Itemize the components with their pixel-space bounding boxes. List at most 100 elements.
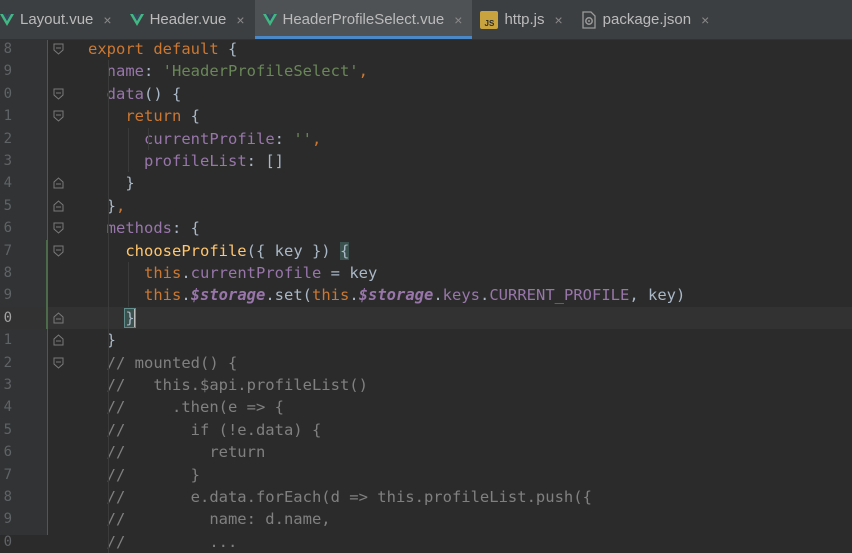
code-line[interactable]: 9 // name: d.name,: [0, 508, 852, 530]
code-line[interactable]: 1 }: [0, 329, 852, 351]
fold-marker-icon[interactable]: [53, 177, 64, 189]
code-token: :: [144, 62, 163, 81]
code-token: // if (!e.data) {: [88, 420, 322, 439]
code-text: this.currentProfile = key: [88, 262, 377, 284]
code-text: },: [88, 195, 126, 217]
fold-marker-icon[interactable]: [53, 88, 64, 100]
close-tab-icon[interactable]: ×: [554, 12, 562, 28]
vcs-change-marker[interactable]: [46, 239, 48, 330]
code-token: }: [88, 174, 135, 193]
close-tab-icon[interactable]: ×: [701, 12, 709, 28]
code-text: methods: {: [88, 217, 200, 239]
code-token: {: [190, 107, 200, 126]
code-token: return: [125, 107, 191, 126]
code-line[interactable]: 7 chooseProfile({ key }) {: [0, 240, 852, 262]
code-token: () {: [144, 84, 182, 103]
code-token: , key): [629, 286, 686, 305]
line-number: 8: [3, 489, 12, 505]
code-token: .: [349, 286, 359, 305]
code-text: }: [88, 329, 116, 351]
code-token: : []: [246, 152, 284, 170]
line-number: 5: [3, 421, 12, 438]
indent-guide: [148, 127, 149, 150]
fold-marker-icon[interactable]: [53, 43, 64, 55]
line-number: 0: [3, 85, 12, 102]
code-token: // name: d.name,: [88, 510, 331, 529]
line-number: 8: [3, 265, 12, 281]
vue-icon: [129, 13, 144, 26]
line-number: 5: [3, 197, 12, 214]
fold-marker-icon[interactable]: [53, 357, 64, 369]
code-token: {: [227, 40, 238, 58]
code-line[interactable]: 0 }: [0, 306, 852, 330]
line-number: 1: [3, 108, 12, 125]
line-number: 4: [3, 399, 12, 416]
code-text: }: [88, 172, 135, 194]
code-token: // mounted() {: [88, 353, 238, 372]
js-file-icon: JS: [480, 10, 499, 29]
tab-headerprofileselect-vue[interactable]: HeaderProfileSelect.vue ×: [254, 0, 473, 39]
tab-label: Layout.vue: [20, 11, 94, 28]
tab-label: http.js: [504, 11, 545, 28]
code-token: .: [181, 264, 191, 282]
code-line[interactable]: 3 // this.$api.profileList(): [0, 374, 852, 396]
code-line[interactable]: 5 },: [0, 195, 852, 217]
fold-marker-icon[interactable]: [53, 200, 64, 212]
code-line[interactable]: 6 // return: [0, 441, 852, 463]
tab-http-js[interactable]: JS http.js ×: [472, 0, 572, 39]
line-number: 6: [3, 444, 12, 461]
fold-marker-icon[interactable]: [53, 245, 64, 257]
line-number: 3: [3, 377, 12, 393]
code-line[interactable]: 1 return {: [0, 105, 852, 127]
code-token: // }: [88, 465, 200, 484]
line-number: 3: [3, 153, 12, 169]
code-token: ,: [312, 129, 322, 148]
code-line[interactable]: 0 // ...: [0, 531, 852, 553]
code-token: 'HeaderProfileSelect': [162, 62, 359, 81]
code-token: data: [106, 84, 144, 103]
code-line[interactable]: 4 }: [0, 172, 852, 194]
code-token: export default: [88, 40, 228, 58]
code-line[interactable]: 2 // mounted() {: [0, 352, 852, 374]
code-line[interactable]: 8 // e.data.forEach(d => this.profileLis…: [0, 486, 852, 508]
code-line[interactable]: 8 export default {: [0, 38, 852, 60]
code-token: currentProfile: [190, 264, 322, 282]
tab-label: package.json: [602, 11, 692, 28]
close-tab-icon[interactable]: ×: [103, 12, 111, 28]
tab-layout-vue[interactable]: Layout.vue ×: [0, 0, 122, 39]
code-token: name: [106, 62, 144, 81]
code-token: }: [88, 196, 116, 215]
tab-package-json[interactable]: package.json ×: [573, 0, 720, 39]
code-token: {: [339, 241, 350, 260]
indent-guide: [128, 262, 129, 307]
code-line[interactable]: 4 // .then(e => {: [0, 396, 852, 418]
line-number: 2: [3, 354, 12, 371]
code-line[interactable]: 5 // if (!e.data) {: [0, 419, 852, 441]
code-line[interactable]: 9 name: 'HeaderProfileSelect',: [0, 60, 852, 82]
line-number: 1: [3, 332, 12, 349]
code-text: // e.data.forEach(d => this.profileList.…: [88, 486, 592, 508]
fold-marker-icon[interactable]: [53, 312, 64, 324]
close-tab-icon[interactable]: ×: [454, 12, 462, 28]
close-tab-icon[interactable]: ×: [236, 12, 244, 28]
editor-tab-bar: Layout.vue × Header.vue × HeaderProfileSelec…: [0, 0, 852, 40]
code-line[interactable]: 7 // }: [0, 464, 852, 486]
code-token: chooseProfile: [125, 241, 247, 260]
code-text: // name: d.name,: [88, 508, 331, 530]
fold-marker-icon[interactable]: [53, 222, 64, 234]
code-text: // .then(e => {: [88, 396, 284, 418]
code-line[interactable]: 0 data() {: [0, 83, 852, 105]
tab-header-vue[interactable]: Header.vue ×: [122, 0, 255, 39]
code-line[interactable]: 6 methods: {: [0, 217, 852, 239]
code-editor[interactable]: 8 export default {9 name: 'HeaderProfileS…: [0, 38, 852, 553]
tab-label: HeaderProfileSelect.vue: [282, 11, 445, 28]
fold-marker-icon[interactable]: [53, 110, 64, 122]
fold-marker-icon[interactable]: [53, 334, 64, 346]
code-token: = key: [321, 264, 378, 282]
